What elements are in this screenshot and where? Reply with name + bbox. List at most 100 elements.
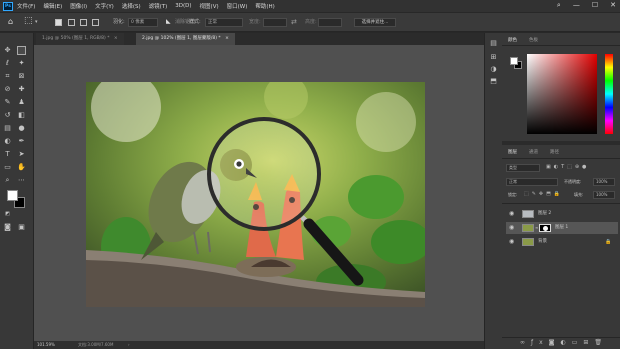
menu-help[interactable]: 帮助(H): [255, 2, 274, 10]
feather-input[interactable]: 0 像素: [128, 18, 158, 27]
menu-filter[interactable]: 滤镜(T): [149, 2, 168, 10]
healing-brush-icon[interactable]: ✚: [17, 85, 26, 94]
width-label: 宽度:: [249, 19, 261, 25]
tab-paths[interactable]: 路径: [550, 149, 559, 155]
minimize-button[interactable]: —: [573, 1, 580, 10]
reset-colors-icon[interactable]: ◩: [3, 210, 12, 219]
close-icon[interactable]: ×: [225, 36, 229, 41]
menu-image[interactable]: 图像(I): [70, 2, 87, 10]
style-label: 样式:: [189, 19, 201, 25]
menu-file[interactable]: 文件(F): [17, 2, 35, 10]
properties-panel-icon[interactable]: ⊞: [489, 53, 498, 62]
layer-filter-select[interactable]: 类型: [506, 164, 540, 172]
history-panel-icon[interactable]: ▤: [489, 39, 498, 48]
status-arrow-icon[interactable]: ›: [128, 341, 130, 349]
lasso-tool-icon[interactable]: ℓ: [3, 59, 12, 68]
move-tool-icon[interactable]: ✥: [3, 46, 12, 55]
width-input[interactable]: [263, 18, 287, 27]
layer-name[interactable]: 图层 2: [538, 208, 551, 220]
brush-tool-icon[interactable]: ✎: [3, 98, 12, 107]
history-brush-icon[interactable]: ↺: [3, 111, 12, 120]
libraries-panel-icon[interactable]: ⬒: [489, 77, 498, 86]
menu-select[interactable]: 选择(S): [122, 2, 141, 10]
marquee-tool-preset-icon[interactable]: ⬚: [24, 17, 33, 27]
stamp-tool-icon[interactable]: ♟: [17, 98, 26, 107]
more-tools-icon[interactable]: ⋯: [17, 176, 26, 185]
shape-tool-icon[interactable]: ▭: [3, 163, 12, 172]
pen-tool-icon[interactable]: ✒: [17, 137, 26, 146]
layer-row[interactable]: ◉ ∞ 图层 1: [506, 222, 618, 234]
select-mask-button[interactable]: 选择并遮住...: [354, 18, 396, 27]
layer-name[interactable]: 图层 1: [555, 222, 568, 234]
tab-channels[interactable]: 通道: [529, 149, 538, 155]
tab-color[interactable]: 颜色: [508, 37, 517, 43]
hand-tool-icon[interactable]: ✋: [17, 163, 26, 172]
layer-name[interactable]: 背景: [538, 236, 547, 248]
eraser-tool-icon[interactable]: ◧: [17, 111, 26, 120]
tab-swatches[interactable]: 色板: [529, 37, 538, 43]
lock-icons[interactable]: ⬚✎✥⬒🔒: [524, 191, 563, 197]
filter-icons[interactable]: ▣◐T⬚⊕●: [546, 164, 589, 170]
adjustments-panel-icon[interactable]: ◑: [489, 65, 498, 74]
intersect-selection-button[interactable]: [92, 19, 99, 26]
chevron-down-icon[interactable]: ▾: [35, 17, 38, 27]
close-icon[interactable]: ×: [114, 36, 118, 41]
marquee-tool-icon[interactable]: [17, 46, 26, 55]
layer-row[interactable]: ◉ 图层 2: [506, 208, 618, 220]
menu-type[interactable]: 文字(Y): [95, 2, 114, 10]
layer-mask-thumbnail[interactable]: [539, 224, 551, 232]
visibility-eye-icon[interactable]: ◉: [509, 236, 514, 248]
type-tool-icon[interactable]: T: [3, 150, 12, 159]
tab-label: 1.jpg @ 50% (图层 1, RGB/8) *: [42, 36, 110, 41]
tab-1jpg[interactable]: 1.jpg @ 50% (图层 1, RGB/8) * ×: [36, 33, 124, 45]
fill-input[interactable]: 100%: [593, 191, 615, 199]
lock-label: 锁定:: [508, 192, 518, 197]
search-icon[interactable]: ⌕: [557, 1, 561, 10]
style-select[interactable]: 正常: [205, 18, 243, 27]
add-selection-button[interactable]: [68, 19, 75, 26]
maximize-button[interactable]: ☐: [592, 1, 598, 10]
hue-slider[interactable]: [605, 54, 613, 134]
screen-mode-icon[interactable]: ▣: [17, 223, 26, 232]
blend-mode-select[interactable]: 正常: [506, 178, 558, 186]
blur-tool-icon[interactable]: ●: [17, 124, 26, 133]
color-fg-swatch[interactable]: [510, 57, 518, 65]
color-picker-field[interactable]: [527, 54, 597, 134]
crop-tool-icon[interactable]: ⌗: [3, 72, 12, 81]
magic-wand-icon[interactable]: ✦: [17, 59, 26, 68]
visibility-eye-icon[interactable]: ◉: [509, 208, 514, 220]
document-tabs: 1.jpg @ 50% (图层 1, RGB/8) * × 2.jpg @ 10…: [34, 33, 484, 45]
dodge-tool-icon[interactable]: ◐: [3, 137, 12, 146]
gradient-tool-icon[interactable]: ▤: [3, 124, 12, 133]
eyedropper-icon[interactable]: ⊘: [3, 85, 12, 94]
status-bar: 101.59% 文档:3.00M/7.60M ›: [34, 341, 484, 349]
foreground-color-swatch[interactable]: [7, 190, 18, 201]
frame-tool-icon[interactable]: ⊠: [17, 72, 26, 81]
document-image[interactable]: [86, 82, 425, 307]
link-icon[interactable]: ∞: [535, 222, 538, 234]
tab-label: 2.jpg @ 102% (图层 1, 图层蒙版/8) *: [142, 36, 221, 41]
home-icon[interactable]: ⌂: [8, 17, 13, 27]
menu-view[interactable]: 视图(V): [200, 2, 219, 10]
quick-mask-icon[interactable]: ◙: [3, 223, 12, 232]
zoom-level[interactable]: 101.59%: [37, 341, 55, 349]
canvas-workspace[interactable]: [34, 45, 484, 341]
zoom-tool-icon[interactable]: ⌕: [3, 176, 12, 185]
layer-row[interactable]: ◉ 背景 🔒: [506, 236, 618, 248]
menu-edit[interactable]: 编辑(E): [43, 2, 62, 10]
antialias-icon[interactable]: ◣: [166, 17, 171, 27]
opacity-input[interactable]: 100%: [593, 178, 615, 186]
visibility-eye-icon[interactable]: ◉: [509, 222, 514, 234]
layer-actions[interactable]: ∞ƒx◙◐▭⊞🗑: [520, 339, 608, 346]
tab-2jpg[interactable]: 2.jpg @ 102% (图层 1, 图层蒙版/8) * ×: [136, 33, 235, 45]
new-selection-button[interactable]: [55, 19, 62, 26]
swap-icon[interactable]: ⇄: [291, 17, 297, 27]
path-select-icon[interactable]: ➤: [17, 150, 26, 159]
tab-layers[interactable]: 图层: [508, 149, 517, 155]
close-button[interactable]: ✕: [610, 1, 616, 10]
height-input[interactable]: [318, 18, 342, 27]
menu-3d[interactable]: 3D(D): [175, 3, 191, 9]
subtract-selection-button[interactable]: [80, 19, 87, 26]
menu-window[interactable]: 窗口(W): [227, 2, 248, 10]
tools-panel: ✥ ℓ ✦ ⌗ ⊠ ⊘ ✚ ✎ ♟ ↺ ◧ ▤ ● ◐ ✒ T ➤ ▭ ✋ ⌕ …: [0, 33, 34, 349]
